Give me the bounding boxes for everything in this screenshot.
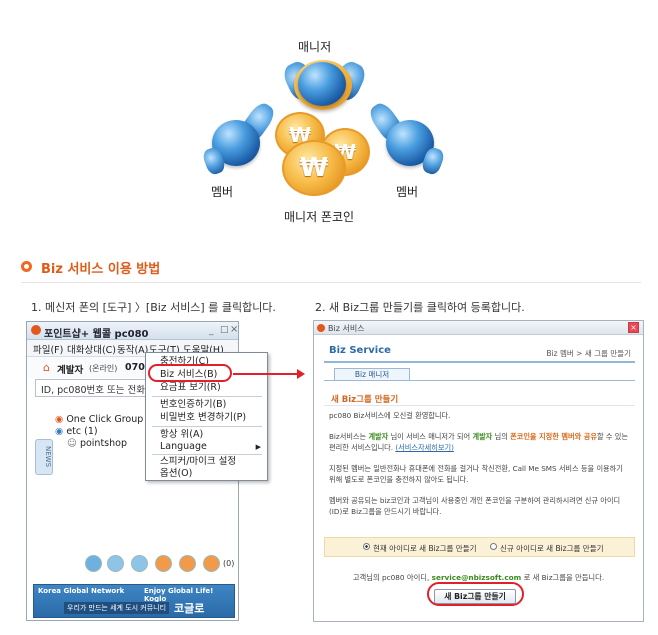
user-status[interactable]: (온라인) [89,363,117,374]
phone-icon[interactable] [85,555,102,572]
divider [324,405,635,406]
create-button-highlight [427,582,524,606]
breadcrumb: Biz 멤버 > 새 그룹 만들기 [546,349,631,358]
coin-label: 매니저 폰코인 [284,210,355,224]
group-option-box: 현재 아이디로 새 Biz그룹 만들기 신규 아이디로 새 Biz그룹 만들기 [324,537,635,557]
menu-separator [152,426,262,427]
messenger-titlebar: 포인트샵+ 웹콜 pc080 _ □ × [27,322,238,340]
user-name: 계발자 [57,365,84,376]
menu-item-rates[interactable]: 요금표 보기(R) [146,382,267,394]
close-icon[interactable]: × [628,322,639,333]
chat-icon[interactable] [107,555,124,572]
welcome-text: pc080 Biz서비스에 오신걸 환영합니다. [329,411,451,420]
member-right-label: 멤버 [396,185,419,199]
news-tab[interactable]: NEWS [35,439,53,475]
tree-contact-pointshop[interactable]: ☺ pointshop [67,438,127,449]
radio-current-id[interactable] [363,543,370,550]
step-1-text: 1. 메신저 폰의 [도구] 〉[Biz 서비스] 를 클릭합니다. [31,301,276,314]
arrow-right-icon [297,369,305,379]
step-2-text: 2. 새 Biz그룹 만들기를 클릭하여 등록합니다. [315,301,525,314]
section-title: Biz 서비스 이용 방법 [41,262,161,277]
manager-label: 매니저 [298,40,332,54]
messenger-title: 포인트샵+ 웹콜 pc080 [44,329,149,340]
messenger-icon-bar: (0) [27,550,238,578]
close-icon[interactable]: × [230,324,238,335]
menu-item-language[interactable]: Language ▶ [146,441,267,453]
mail-icon[interactable] [203,555,220,572]
coin-icon[interactable] [155,555,172,572]
menu-separator [152,454,262,455]
notification-count: (0) [223,559,235,568]
divider [21,282,641,283]
section-header: Biz 서비스 이용 방법 [21,258,641,283]
member-left-label: 멤버 [211,185,234,199]
menu-action[interactable]: 동작(A) [117,342,148,356]
member-info-text: 지정된 멤버는 일반전화나 휴대폰에 전화를 걸거나 착신전환, Call Me… [329,464,623,484]
koglo-banner[interactable]: Korea Global Network Enjoy Global Life! … [33,584,235,618]
app-logo-icon [317,324,325,332]
account-email: service@nbizsoft.com [431,573,522,582]
bullet-icon [21,261,32,272]
biz-subtitle: 새 Biz그룹 만들기 [331,395,399,405]
home-icon: ⌂ [43,361,50,374]
maximize-icon[interactable]: □ [220,325,229,335]
biz-service-window: Biz 서비스 × Biz Service Biz 멤버 > 새 그룹 만들기 … [313,320,644,622]
option-new-id-label[interactable]: 신규 아이디로 새 Biz그룹 만들기 [500,543,604,554]
shop-icon[interactable] [179,555,196,572]
sms-icon[interactable] [131,555,148,572]
description-text: Biz서비스는 계발자 님이 서비스 매니저가 되어 계발자 님의 폰코인을 지… [329,432,628,452]
submenu-arrow-icon: ▶ [255,443,261,451]
menu-item-number-verify[interactable]: 번호인증하기(B) [146,399,267,411]
biz-titlebar: Biz 서비스 × [314,321,643,335]
service-detail-link[interactable]: (서비스자세히보기) [395,443,454,452]
radio-new-id[interactable] [490,543,497,550]
menu-item-options[interactable]: 옵션(O) [146,468,267,480]
option-current-id-label[interactable]: 현재 아이디로 새 Biz그룹 만들기 [373,543,477,554]
menu-item-audio-settings[interactable]: 스피커/마이크 설정 [146,456,267,468]
tree-group-etc[interactable]: ◉ etc (1) [55,426,98,437]
biz-window-title: Biz 서비스 [328,324,365,333]
coin-info-text: 멤버와 공유되는 biz코인과 고객님이 사용중인 개인 폰코인을 구분하여 관… [329,496,621,516]
menu-separator [152,396,262,397]
menu-contacts[interactable]: 대화상대(C) [67,342,116,356]
biz-service-highlight [148,364,232,382]
menu-item-always-on-top[interactable]: 항상 위(A) [146,429,267,441]
minimize-icon[interactable]: _ [209,326,214,336]
arrow-line [233,373,298,375]
biz-diagram: 매니저 멤버 멤버 ₩ ₩ ₩ 매니저 폰코인 [0,0,658,235]
app-logo-icon [31,325,41,335]
biz-header: Biz Service Biz 멤버 > 새 그룹 만들기 [324,341,635,363]
menu-item-change-password[interactable]: 비밀번호 변경하기(P) [146,412,267,424]
biz-brand: Biz Service [329,345,391,356]
menu-file[interactable]: 파일(F) [33,342,63,356]
tab-underline [324,380,635,381]
